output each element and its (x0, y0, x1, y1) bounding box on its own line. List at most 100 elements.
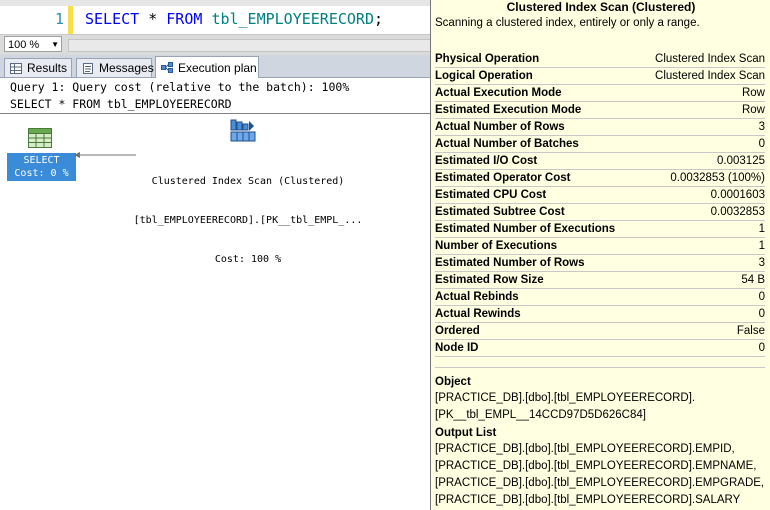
tooltip-row-label: Estimated Number of Executions (435, 223, 616, 235)
tooltip-row-value: 0 (758, 342, 765, 354)
tooltip-row: Actual Execution Mode Row (435, 85, 765, 102)
tooltip-output-line: [PRACTICE_DB].[dbo].[tbl_EMPLOYEERECORD]… (435, 494, 741, 506)
sql-keyword-select: SELECT (85, 10, 140, 28)
tooltip-output-line: [PRACTICE_DB].[dbo].[tbl_EMPLOYEERECORD]… (435, 477, 765, 489)
tab-execution-plan[interactable]: Execution plan (155, 56, 259, 78)
tooltip-row-value: Clustered Index Scan (655, 70, 765, 82)
tooltip-row-label: Physical Operation (435, 53, 540, 65)
sql-star: * (139, 10, 167, 28)
tooltip-row: Node ID 0 (435, 340, 765, 357)
tooltip-row: Physical Operation Clustered Index Scan (435, 51, 765, 68)
tooltip-row: Estimated Subtree Cost 0.0032853 (435, 204, 765, 221)
tooltip-row-value: 0.0001603 (710, 189, 765, 201)
tooltip-properties: Physical Operation Clustered Index Scan L… (435, 51, 765, 357)
tooltip-row-value: 1 (758, 223, 765, 235)
tooltip-row-value: 0 (758, 138, 765, 150)
tooltip-row-value: Clustered Index Scan (655, 53, 765, 65)
tooltip-row: Actual Number of Batches 0 (435, 136, 765, 153)
tab-results-label: Results (27, 61, 68, 75)
tooltip-row-label: Number of Executions (435, 240, 558, 252)
tooltip-object-line: [PK__tbl_EMPL__14CCD97D5D626C84] (435, 409, 646, 421)
change-marker (68, 6, 73, 34)
tooltip-row-value: 54 B (741, 274, 765, 286)
tooltip-row: Number of Executions 1 (435, 238, 765, 255)
sql-keyword-from: FROM (166, 10, 203, 28)
tab-messages-label: Messages (99, 61, 154, 75)
line-number: 1 (54, 10, 64, 28)
tooltip-output-list-section: Output List [PRACTICE_DB].[dbo].[tbl_EMP… (435, 425, 765, 509)
sql-table-name: tbl_EMPLOYEERECORD (211, 10, 374, 28)
select-node-icon[interactable] (28, 128, 52, 148)
tooltip-title: Clustered Index Scan (Clustered) (506, 0, 696, 14)
tooltip-separator (435, 367, 765, 368)
tooltip-row-value: False (736, 325, 765, 337)
tooltip-row-value: 0 (758, 291, 765, 303)
tooltip-row: Estimated I/O Cost 0.003125 (435, 153, 765, 170)
query-text: SELECT * FROM tbl_EMPLOYEERECORD (10, 97, 232, 111)
tooltip-row-label: Actual Number of Batches (435, 138, 579, 150)
tab-execution-plan-label: Execution plan (178, 61, 257, 75)
tooltip-row-label: Estimated Subtree Cost (435, 206, 565, 218)
query-cost-header: Query 1: Query cost (relative to the bat… (10, 80, 350, 94)
clustered-index-scan-node[interactable]: Clustered Index Scan (Clustered) [tbl_EM… (118, 149, 378, 279)
tooltip-row-label: Estimated Number of Rows (435, 257, 585, 269)
plan-separator (0, 113, 430, 114)
tooltip-row-value: 3 (758, 257, 765, 269)
tooltip-row: Estimated CPU Cost 0.0001603 (435, 187, 765, 204)
zoom-dropdown[interactable]: 100 % ▼ (4, 36, 62, 52)
document-icon (83, 63, 93, 74)
scan-node-operation: Clustered Index Scan (Clustered) (151, 176, 345, 187)
tooltip-row: Actual Number of Rows 3 (435, 119, 765, 136)
tooltip-object-heading: Object (435, 376, 471, 388)
tooltip-row-value: Row (741, 104, 765, 116)
tooltip-row: Estimated Operator Cost 0.0032853 (100%) (435, 170, 765, 187)
tooltip-row: Estimated Number of Rows 3 (435, 255, 765, 272)
chevron-down-icon[interactable]: ▼ (51, 37, 59, 53)
grid-icon (10, 63, 22, 74)
tooltip-row-value: 0.003125 (717, 155, 765, 167)
tooltip-row-label: Estimated Row Size (435, 274, 544, 286)
tooltip-row-label: Ordered (435, 325, 480, 337)
tooltip-row-value: 1 (758, 240, 765, 252)
tooltip-row-label: Estimated Operator Cost (435, 172, 571, 184)
tooltip-object-section: Object [PRACTICE_DB].[dbo].[tbl_EMPLOYEE… (435, 374, 765, 424)
tooltip-row-label: Estimated I/O Cost (435, 155, 538, 167)
tooltip-output-line: [PRACTICE_DB].[dbo].[tbl_EMPLOYEERECORD]… (435, 460, 757, 472)
tooltip-row-label: Estimated CPU Cost (435, 189, 547, 201)
zoom-value: 100 % (8, 39, 40, 51)
tooltip-row-label: Actual Rebinds (435, 291, 519, 303)
clustered-index-scan-icon[interactable] (229, 118, 257, 144)
tooltip-row-label: Node ID (435, 342, 479, 354)
select-node[interactable]: SELECT Cost: 0 % (7, 153, 76, 181)
tooltip-row-value: 0 (758, 308, 765, 320)
tooltip-row: Actual Rewinds 0 (435, 306, 765, 323)
tooltip-row-value: 3 (758, 121, 765, 133)
sql-code-line[interactable]: SELECT * FROM tbl_EMPLOYEERECORD; (85, 6, 383, 32)
execution-plan-icon (161, 62, 173, 73)
tooltip-description: Scanning a clustered index, entirely or … (435, 17, 700, 29)
sql-semicolon: ; (374, 10, 384, 28)
tooltip-row: Estimated Execution Mode Row (435, 102, 765, 119)
select-node-cost: Cost: 0 % (14, 168, 69, 179)
scan-node-cost: Cost: 100 % (214, 254, 282, 265)
tooltip-row-label: Actual Number of Rows (435, 121, 565, 133)
tooltip-row: Actual Rebinds 0 (435, 289, 765, 306)
tooltip-row-value: Row (741, 87, 765, 99)
tab-messages[interactable]: Messages (76, 58, 154, 77)
tooltip-output-list-heading: Output List (435, 427, 497, 439)
tooltip-row-label: Logical Operation (435, 70, 533, 82)
tooltip-row: Logical Operation Clustered Index Scan (435, 68, 765, 85)
tooltip-row-label: Actual Rewinds (435, 308, 521, 320)
tooltip-row-label: Actual Execution Mode (435, 87, 562, 99)
tooltip-output-line: [PRACTICE_DB].[dbo].[tbl_EMPLOYEERECORD]… (435, 443, 735, 455)
tooltip-row: Estimated Row Size 54 B (435, 272, 765, 289)
tab-results[interactable]: Results (4, 58, 72, 77)
tooltip-row-label: Estimated Execution Mode (435, 104, 582, 116)
tooltip-object-line: [PRACTICE_DB].[dbo].[tbl_EMPLOYEERECORD]… (435, 392, 696, 404)
scan-node-object: [tbl_EMPLOYEERECORD].[PK__tbl_EMPL_... (133, 215, 363, 226)
select-node-label: SELECT (23, 155, 60, 166)
tooltip-row-value: 0.0032853 (100%) (670, 172, 765, 184)
tooltip-row: Ordered False (435, 323, 765, 340)
tooltip-row: Estimated Number of Executions 1 (435, 221, 765, 238)
tooltip-row-value: 0.0032853 (710, 206, 765, 218)
